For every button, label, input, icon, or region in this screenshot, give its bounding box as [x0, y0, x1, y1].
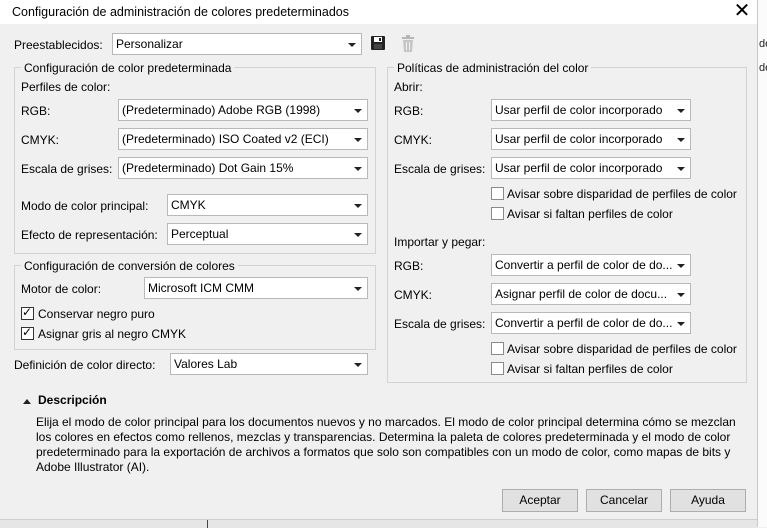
- window-title: Configuración de administración de color…: [12, 5, 349, 19]
- map-gray-checkbox[interactable]: ✓: [21, 326, 34, 340]
- rgb-label: RGB:: [21, 104, 51, 118]
- color-engine-label: Motor de color:: [21, 282, 102, 296]
- rgb-profile-dropdown[interactable]: (Predeterminado) Adobe RGB (1998): [118, 99, 368, 121]
- delete-preset-icon[interactable]: [400, 35, 416, 53]
- close-icon[interactable]: ✕: [730, 0, 754, 23]
- accept-button[interactable]: Aceptar: [502, 489, 578, 512]
- color-profiles-label: Perfiles de color:: [21, 80, 111, 94]
- collapse-description-icon[interactable]: [22, 396, 32, 406]
- open-cmyk-label: CMYK:: [394, 133, 433, 147]
- default-color-legend: Configuración de color predeterminada: [21, 61, 235, 75]
- import-paste-label: Importar y pegar:: [394, 235, 486, 249]
- spot-color-dropdown[interactable]: Valores Lab: [170, 353, 368, 375]
- description-text: Elija el modo de color principal para lo…: [36, 415, 736, 474]
- open-cmyk-dropdown[interactable]: Usar perfil de color incorporado: [491, 128, 691, 150]
- open-rgb-label: RGB:: [394, 104, 424, 118]
- import-cmyk-label: CMYK:: [394, 288, 433, 302]
- open-label: Abrir:: [394, 80, 423, 94]
- cancel-button[interactable]: Cancelar: [586, 489, 662, 512]
- description-heading: Descripción: [38, 393, 107, 407]
- open-gray-label: Escala de grises:: [394, 162, 486, 176]
- save-preset-icon[interactable]: [370, 35, 386, 51]
- import-warn-missing-label: Avisar si faltan perfiles de color: [507, 362, 673, 376]
- open-rgb-dropdown[interactable]: Usar perfil de color incorporado: [491, 99, 691, 121]
- import-rgb-dropdown[interactable]: Convertir a perfil de color de do...: [491, 254, 691, 276]
- conversion-legend: Configuración de conversión de colores: [21, 259, 238, 273]
- preserve-black-checkbox[interactable]: ✓: [21, 306, 34, 320]
- grayscale-label: Escala de grises:: [21, 162, 113, 176]
- open-gray-dropdown[interactable]: Usar perfil de color incorporado: [491, 157, 691, 179]
- import-gray-dropdown[interactable]: Convertir a perfil de color de do...: [491, 312, 691, 334]
- import-warn-missing-checkbox[interactable]: [491, 362, 504, 375]
- cmyk-profile-dropdown[interactable]: (Predeterminado) ISO Coated v2 (ECI): [118, 128, 368, 150]
- import-gray-label: Escala de grises:: [394, 317, 486, 331]
- presets-label: Preestablecidos:: [14, 38, 103, 52]
- preserve-black-label: Conservar negro puro: [38, 307, 155, 321]
- cmyk-label: CMYK:: [21, 133, 60, 147]
- open-warn-mismatch-checkbox[interactable]: [491, 187, 504, 200]
- import-warn-mismatch-checkbox[interactable]: [491, 342, 504, 355]
- rendering-intent-dropdown[interactable]: Perceptual: [167, 223, 368, 245]
- import-warn-mismatch-label: Avisar sobre disparidad de perfiles de c…: [507, 342, 737, 356]
- import-cmyk-dropdown[interactable]: Asignar perfil de color de docu...: [491, 283, 691, 305]
- spot-color-label: Definición de color directo:: [14, 358, 156, 372]
- primary-mode-label: Modo de color principal:: [21, 199, 149, 213]
- background-fragment: de: [759, 62, 767, 74]
- presets-dropdown[interactable]: Personalizar: [112, 33, 362, 55]
- open-warn-missing-checkbox[interactable]: [491, 207, 504, 220]
- color-engine-dropdown[interactable]: Microsoft ICM CMM: [144, 277, 368, 299]
- primary-mode-dropdown[interactable]: CMYK: [167, 194, 368, 216]
- rendering-intent-label: Efecto de representación:: [21, 228, 158, 242]
- import-rgb-label: RGB:: [394, 259, 424, 273]
- open-warn-mismatch-label: Avisar sobre disparidad de perfiles de c…: [507, 187, 737, 201]
- map-gray-label: Asignar gris al negro CMYK: [38, 327, 187, 341]
- open-warn-missing-label: Avisar si faltan perfiles de color: [507, 207, 673, 221]
- background-app-strip: de de: [757, 0, 767, 527]
- policies-legend: Políticas de administración del color: [394, 61, 592, 75]
- background-fragment: de: [759, 38, 767, 50]
- grayscale-profile-dropdown[interactable]: (Predeterminado) Dot Gain 15%: [118, 157, 368, 179]
- help-button[interactable]: Ayuda: [670, 489, 746, 512]
